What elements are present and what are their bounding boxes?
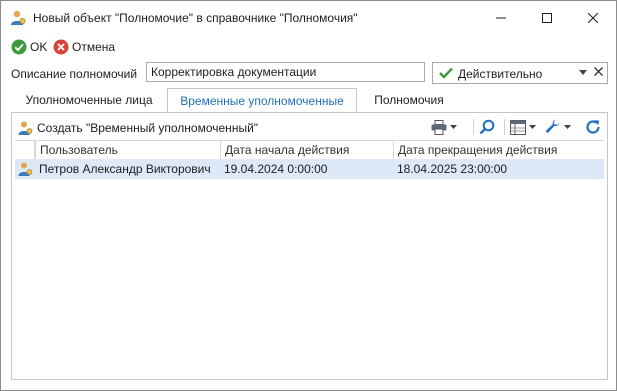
print-dropdown-icon: [450, 125, 457, 129]
dialog-window: Новый объект "Полномочие" в справочнике …: [0, 0, 617, 391]
search-button[interactable]: [479, 117, 495, 137]
status-combobox[interactable]: Действительно: [432, 62, 608, 84]
create-temporary-label: Создать "Временный уполномоченный": [37, 121, 259, 135]
column-header-end-date[interactable]: Дата прекращения действия: [393, 141, 604, 159]
view-dropdown-icon: [529, 125, 536, 129]
print-button[interactable]: [431, 117, 457, 137]
ok-icon: [11, 39, 27, 55]
refresh-icon: [586, 120, 600, 134]
cancel-label: Отмена: [72, 40, 116, 54]
dropdown-arrow-icon[interactable]: [579, 70, 587, 75]
minimize-button[interactable]: [478, 1, 524, 35]
valid-check-icon: [439, 67, 453, 79]
settings-dropdown-icon: [564, 125, 571, 129]
ok-button[interactable]: OK: [11, 38, 47, 56]
tab-strip: Уполномоченные лица Временные уполномоче…: [11, 88, 608, 113]
cancel-icon: [53, 39, 69, 55]
tab-temporary-authorized[interactable]: Временные уполномоченные: [167, 88, 357, 113]
title-bar: Новый объект "Полномочие" в справочнике …: [1, 1, 616, 35]
search-icon: [479, 119, 495, 135]
toolbar-separator: [473, 119, 474, 135]
grid-header: Пользователь Дата начала действия Дата п…: [15, 140, 604, 160]
table-layout-icon: [510, 119, 526, 135]
header-icon-column: [15, 141, 35, 159]
description-label: Описание полномочий: [11, 67, 138, 81]
temporary-authorized-panel: Создать "Временный уполномоченный" Польз…: [11, 112, 608, 380]
create-temporary-button[interactable]: Создать "Временный уполномоченный": [17, 119, 258, 137]
view-options-button[interactable]: [510, 117, 536, 137]
cancel-button[interactable]: Отмена: [53, 38, 115, 56]
user-add-icon: [18, 121, 33, 135]
tab-authorities[interactable]: Полномочия: [357, 88, 461, 112]
cell-start-date: 19.04.2024 0:00:00: [224, 162, 328, 176]
column-header-start-date[interactable]: Дата начала действия: [220, 141, 393, 159]
column-header-user[interactable]: Пользователь: [35, 141, 220, 159]
toolbar-separator: [504, 119, 505, 135]
description-input[interactable]: [146, 62, 425, 82]
status-value: Действительно: [458, 67, 543, 81]
maximize-button[interactable]: [524, 1, 570, 35]
refresh-button[interactable]: [585, 117, 601, 137]
cell-end-date: 18.04.2025 23:00:00: [397, 162, 508, 176]
printer-icon: [431, 119, 447, 135]
window-title: Новый объект "Полномочие" в справочнике …: [33, 11, 358, 25]
cell-user: Петров Александр Викторович: [39, 162, 211, 176]
row-icon-cell: [15, 159, 35, 179]
settings-button[interactable]: [545, 117, 571, 137]
table-row[interactable]: Петров Александр Викторович 19.04.2024 0…: [15, 159, 604, 179]
close-button[interactable]: [570, 1, 616, 35]
wrench-icon: [546, 119, 560, 133]
tab-authorized-persons[interactable]: Уполномоченные лица: [11, 88, 167, 112]
ok-label: OK: [30, 40, 48, 54]
clear-icon[interactable]: [594, 67, 603, 76]
user-icon: [18, 162, 33, 176]
authority-user-icon: [9, 9, 27, 27]
